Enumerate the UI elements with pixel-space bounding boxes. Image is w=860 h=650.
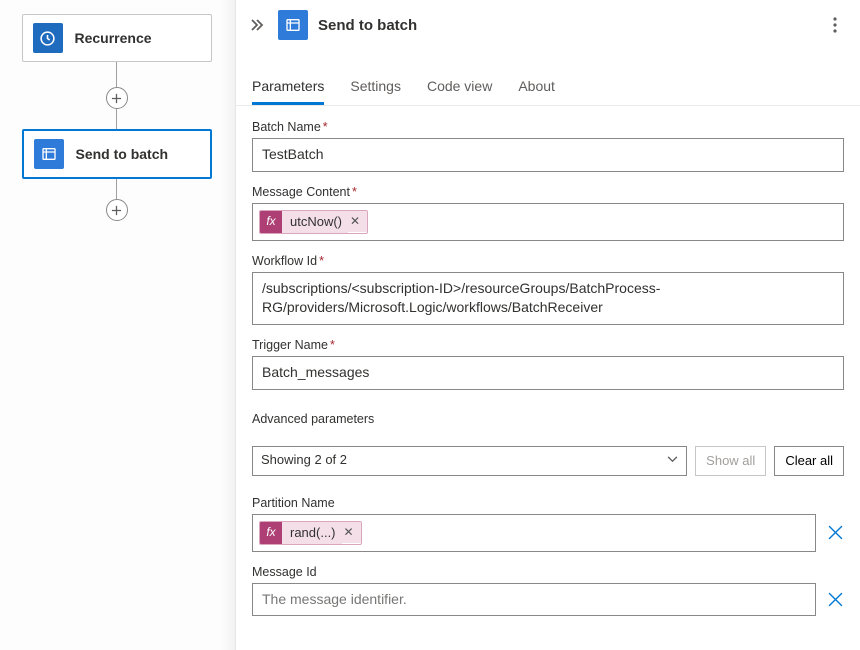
expression-token[interactable]: fx rand(...) ✕: [259, 521, 362, 545]
node-recurrence[interactable]: Recurrence: [22, 14, 212, 62]
connector-line: [116, 179, 117, 199]
panel-tabs: Parameters Settings Code view About: [236, 70, 860, 106]
field-label: Trigger Name*: [252, 338, 844, 352]
field-message-id: Message Id: [252, 565, 844, 617]
batch-icon: [278, 10, 308, 40]
fx-icon: fx: [260, 211, 282, 233]
workflow-id-input[interactable]: /subscriptions/<subscription-ID>/resourc…: [252, 272, 844, 325]
tab-settings[interactable]: Settings: [350, 70, 401, 105]
batch-icon: [34, 139, 64, 169]
field-partition-name: Partition Name fx rand(...) ✕: [252, 496, 844, 552]
fx-icon: fx: [260, 522, 282, 544]
more-menu-button[interactable]: [824, 14, 846, 36]
node-send-to-batch[interactable]: Send to batch: [22, 129, 212, 179]
message-content-input[interactable]: fx utcNow() ✕: [252, 203, 844, 241]
connector-line: [116, 62, 117, 87]
add-step-button[interactable]: [106, 87, 128, 109]
details-panel: Send to batch Parameters Settings Code v…: [236, 0, 860, 650]
tab-parameters[interactable]: Parameters: [252, 70, 324, 105]
connector-line: [116, 109, 117, 129]
tab-about[interactable]: About: [518, 70, 555, 105]
field-batch-name: Batch Name*: [252, 120, 844, 172]
clear-all-button[interactable]: Clear all: [774, 446, 844, 476]
designer-canvas: Recurrence Send to batch: [0, 0, 236, 650]
token-label: rand(...): [282, 522, 342, 544]
tab-code-view[interactable]: Code view: [427, 70, 492, 105]
remove-parameter-button[interactable]: [826, 524, 844, 542]
app-root: Recurrence Send to batch: [0, 0, 860, 650]
remove-token-button[interactable]: ✕: [348, 211, 367, 232]
field-label: Message Content*: [252, 185, 844, 199]
panel-title: Send to batch: [318, 17, 814, 34]
add-step-button[interactable]: [106, 199, 128, 221]
field-trigger-name: Trigger Name*: [252, 338, 844, 390]
field-advanced-parameters: Advanced parameters Showing 2 of 2 Show …: [252, 412, 844, 476]
panel-header: Send to batch: [236, 0, 860, 50]
clock-icon: [33, 23, 63, 53]
advanced-params-dropdown[interactable]: Showing 2 of 2: [252, 446, 687, 476]
parameters-form: Batch Name* Message Content* fx utcNow()…: [236, 106, 860, 629]
expression-token[interactable]: fx utcNow() ✕: [259, 210, 368, 234]
chevron-down-icon: [667, 453, 678, 468]
field-label: Workflow Id*: [252, 254, 844, 268]
field-workflow-id: Workflow Id* /subscriptions/<subscriptio…: [252, 254, 844, 325]
dropdown-value: Showing 2 of 2: [261, 451, 347, 469]
node-label: Send to batch: [76, 146, 169, 162]
trigger-name-input[interactable]: [252, 356, 844, 390]
token-label: utcNow(): [282, 211, 348, 233]
field-label: Message Id: [252, 565, 844, 579]
batch-name-input[interactable]: [252, 138, 844, 172]
message-id-input[interactable]: [252, 583, 816, 617]
remove-token-button[interactable]: ✕: [342, 522, 361, 543]
partition-name-input[interactable]: fx rand(...) ✕: [252, 514, 816, 552]
collapse-panel-button[interactable]: [246, 14, 268, 36]
field-message-content: Message Content* fx utcNow() ✕: [252, 185, 844, 241]
show-all-button[interactable]: Show all: [695, 446, 766, 476]
field-label: Advanced parameters: [252, 412, 844, 426]
node-label: Recurrence: [75, 30, 152, 46]
field-label: Batch Name*: [252, 120, 844, 134]
field-label: Partition Name: [252, 496, 844, 510]
remove-parameter-button[interactable]: [826, 591, 844, 609]
